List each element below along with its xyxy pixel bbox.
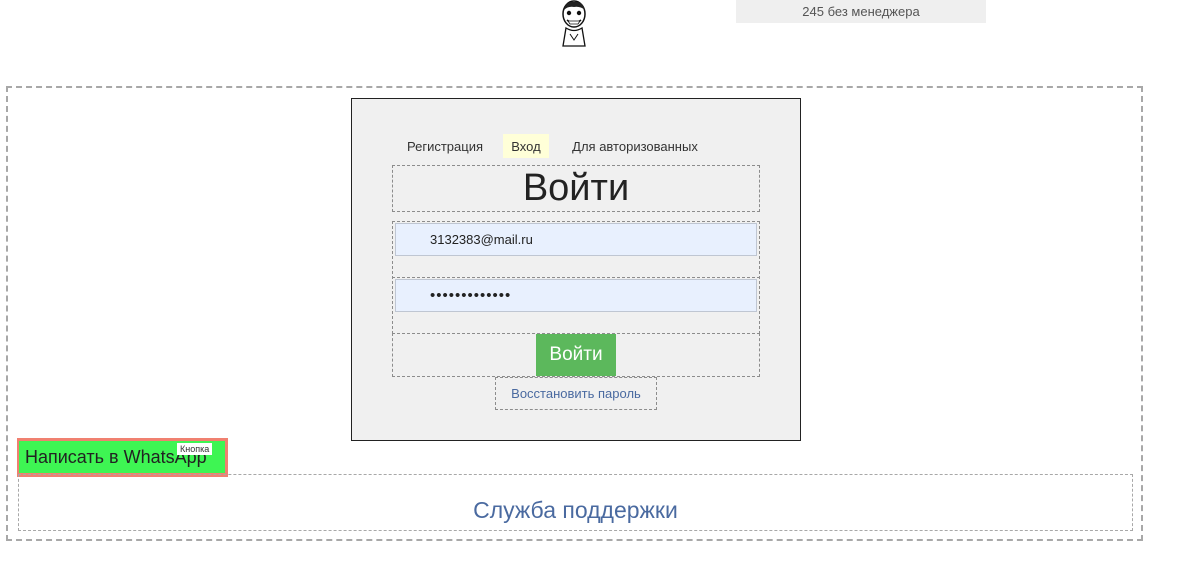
tab-authorized[interactable]: Для авторизованных xyxy=(562,134,708,158)
tab-login[interactable]: Вход xyxy=(503,134,549,158)
support-section: Служба поддержки xyxy=(18,474,1133,531)
mascot-image xyxy=(562,0,586,47)
restore-password-link[interactable]: Восстановить пароль xyxy=(495,377,657,410)
fields-divider xyxy=(392,277,760,278)
email-field[interactable] xyxy=(395,223,757,256)
element-type-badge: Кнопка xyxy=(177,443,213,455)
login-title-box: Войти xyxy=(392,165,760,212)
page-title: Войти xyxy=(522,167,630,209)
password-field[interactable] xyxy=(395,279,757,312)
tab-registration[interactable]: Регистрация xyxy=(399,134,491,158)
top-banner: 245 без менеджера xyxy=(736,0,986,23)
login-button[interactable]: Войти xyxy=(536,334,616,376)
support-title: Служба поддержки xyxy=(473,497,678,523)
